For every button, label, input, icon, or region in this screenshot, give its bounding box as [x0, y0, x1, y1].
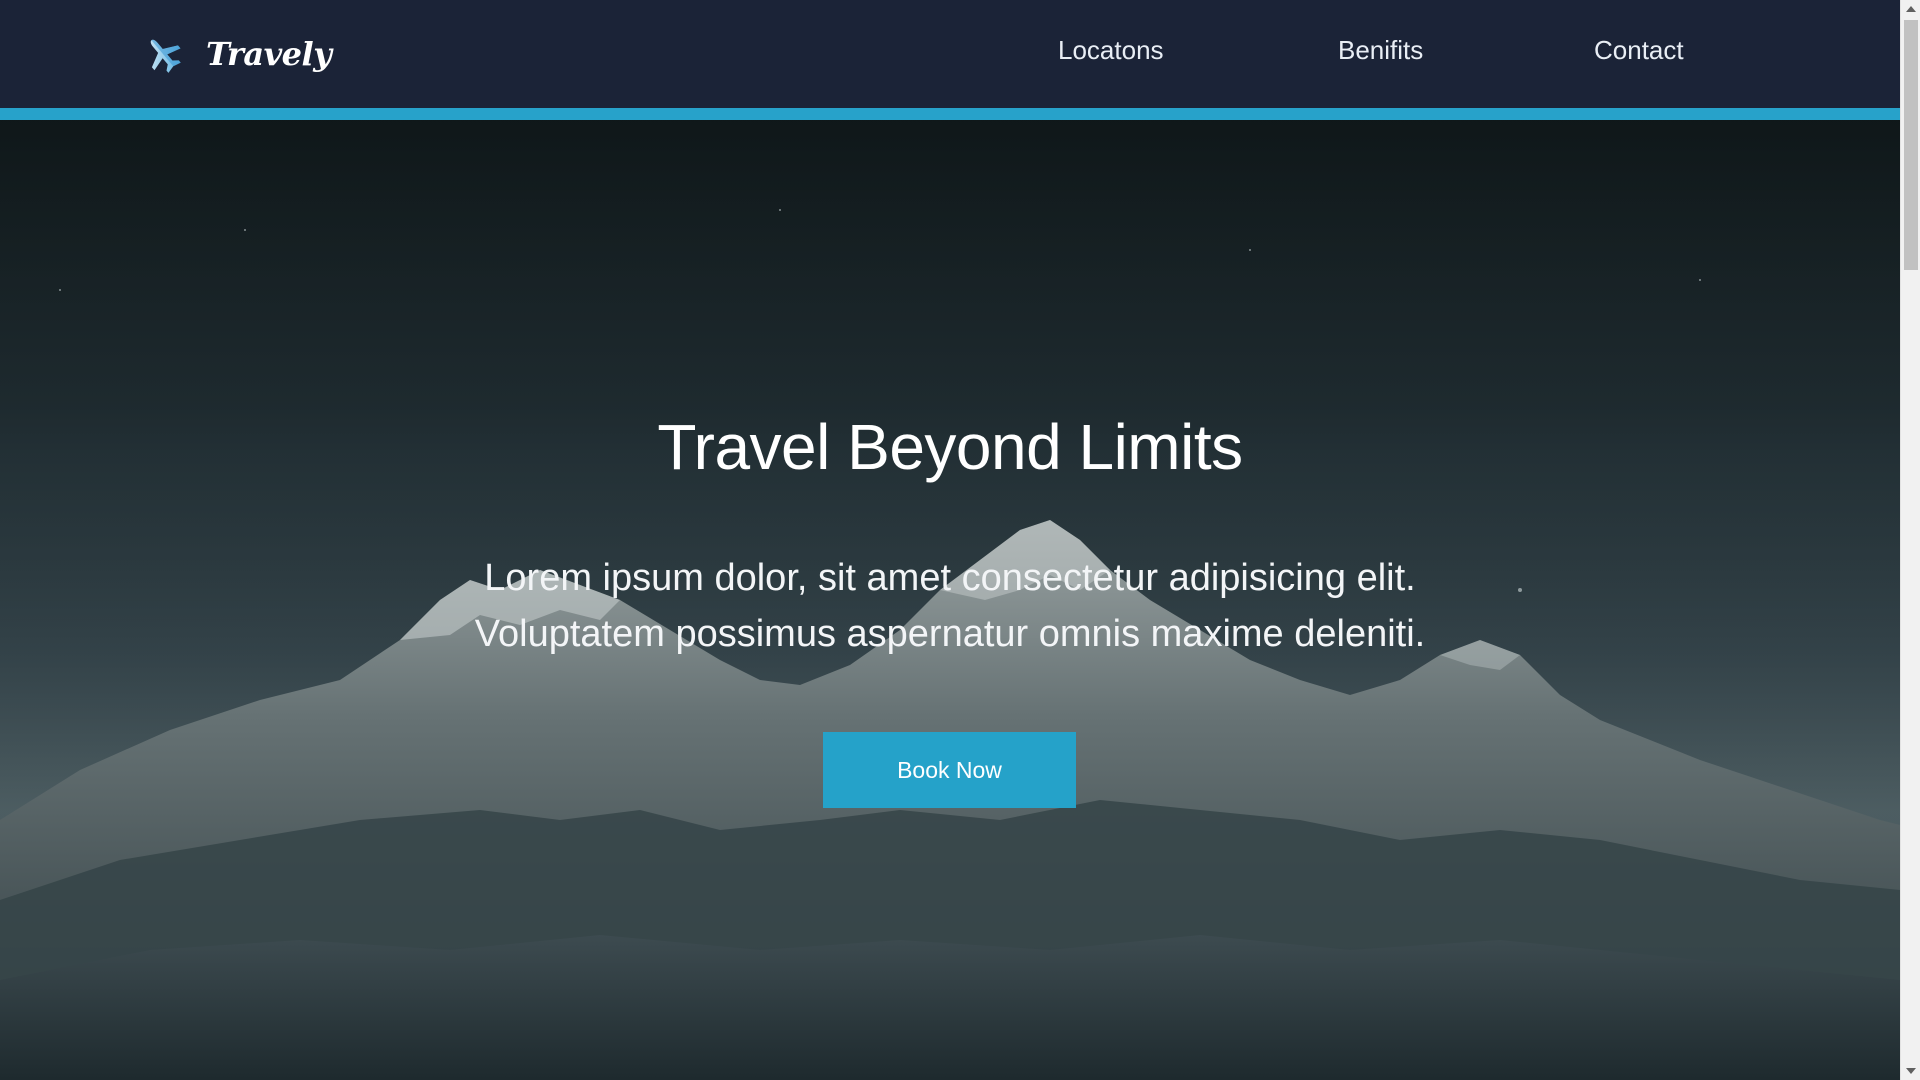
hero-section: Travel Beyond Limits Lorem ipsum dolor, …: [0, 120, 1900, 1080]
site-header: Travely Locatons Benifits Contact: [0, 0, 1900, 108]
book-now-button[interactable]: Book Now: [823, 732, 1076, 808]
airplane-icon: [150, 39, 181, 73]
scroll-up-arrow-icon[interactable]: [1901, 0, 1920, 18]
nav-link-benefits[interactable]: Benifits: [1338, 35, 1423, 66]
scroll-down-arrow-icon[interactable]: [1901, 1062, 1920, 1080]
header-accent-bar: [0, 108, 1900, 120]
vertical-scrollbar[interactable]: [1900, 0, 1920, 1080]
hero-content: Travel Beyond Limits Lorem ipsum dolor, …: [0, 120, 1900, 1080]
landing-page: Travely Locatons Benifits Contact Travel…: [0, 0, 1920, 1080]
scrollbar-thumb[interactable]: [1904, 20, 1918, 270]
hero-subtitle: Lorem ipsum dolor, sit amet consectetur …: [474, 557, 1426, 655]
nav-link-contact[interactable]: Contact: [1594, 35, 1684, 66]
brand-logo-link[interactable]: Travely: [142, 30, 332, 78]
nav-link-locations[interactable]: Locatons: [1058, 35, 1164, 66]
brand-name: Travely: [206, 35, 332, 73]
hero-title: Travel Beyond Limits: [657, 411, 1243, 483]
